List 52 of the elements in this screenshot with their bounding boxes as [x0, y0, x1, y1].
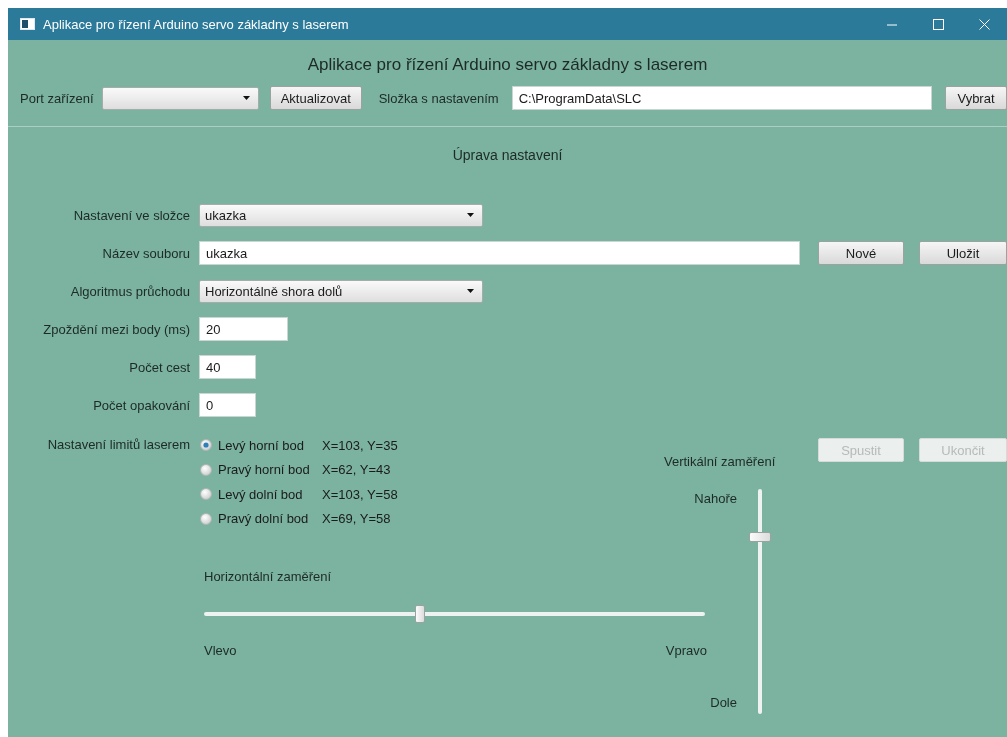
slider-max-label: Vpravo	[665, 642, 707, 659]
radio-label[interactable]: Levý horní bod	[218, 437, 322, 453]
dropdown-value: Horizontálně shora dolů	[205, 283, 344, 299]
field-label: Algoritmus průchodu	[70, 283, 191, 299]
dropdown[interactable]	[101, 86, 259, 110]
field-label: Nastavení limitů laserem	[47, 436, 191, 454]
field-label: Počet opakování	[93, 397, 191, 413]
coordinates-text: X=103, Y=58	[322, 486, 398, 502]
slider-min-label: Vlevo	[204, 642, 237, 659]
slider-thumb[interactable]	[415, 604, 426, 623]
dropdown-value: ukazka	[205, 207, 248, 223]
radio-label[interactable]: Pravý dolní bod	[218, 511, 322, 526]
radio-label[interactable]: Levý dolní bod	[218, 486, 322, 502]
caret-icon	[467, 289, 474, 293]
radio-button[interactable]	[200, 463, 212, 476]
caret-icon	[242, 96, 250, 100]
slider-max-label: Nahoře	[694, 491, 737, 507]
caret-icon	[467, 213, 474, 217]
port-label: Port zařízení	[20, 90, 94, 106]
dropdown[interactable]: Horizontálně shora dolů	[199, 279, 483, 303]
slider-label: Vertikální zaměření	[664, 454, 777, 470]
button[interactable]: Aktualizovat	[269, 86, 362, 110]
coordinates-text: X=103, Y=35	[322, 437, 398, 453]
slider-label: Horizontální zaměření	[203, 568, 333, 585]
field-label: Nastavení ve složce	[73, 207, 191, 223]
slider-thumb[interactable]	[749, 532, 771, 542]
window-title: Aplikace pro řízení Arduino servo základny s laserem	[43, 16, 350, 32]
app-heading: Aplikace pro řízení Arduino servo základny s laserem	[306, 54, 709, 76]
radio-button[interactable]	[200, 512, 212, 525]
input-field[interactable]: C:\ProgramData\SLC	[511, 86, 932, 110]
field-label: Zpoždění mezi body (ms)	[43, 321, 191, 337]
input-field[interactable]: ukazka	[199, 241, 800, 265]
button[interactable]: Vybrat	[945, 86, 1007, 110]
radio-button[interactable]	[200, 488, 212, 500]
input-field[interactable]: 20	[199, 317, 288, 341]
button[interactable]: Uložit	[919, 241, 1007, 265]
dropdown[interactable]: ukazka	[199, 203, 483, 227]
field-label: Název souboru	[102, 245, 191, 261]
section-heading: Úprava nastavení	[451, 146, 564, 165]
slider-track[interactable]	[204, 604, 705, 623]
app-icon	[20, 18, 35, 30]
radio-label[interactable]: Pravý horní bod	[218, 462, 322, 477]
input-field[interactable]: 0	[199, 393, 256, 417]
slider-track[interactable]	[749, 489, 771, 714]
field-label: Počet cest	[129, 359, 191, 375]
radio-button[interactable]	[200, 439, 212, 451]
folder-label: Složka s nastavením	[378, 90, 499, 106]
input-field[interactable]: 40	[199, 355, 256, 379]
coordinates-text: X=62, Y=43	[322, 462, 391, 477]
coordinates-text: X=69, Y=58	[322, 511, 391, 526]
button[interactable]: Nové	[818, 241, 904, 265]
slider-min-label: Dole	[710, 695, 737, 711]
